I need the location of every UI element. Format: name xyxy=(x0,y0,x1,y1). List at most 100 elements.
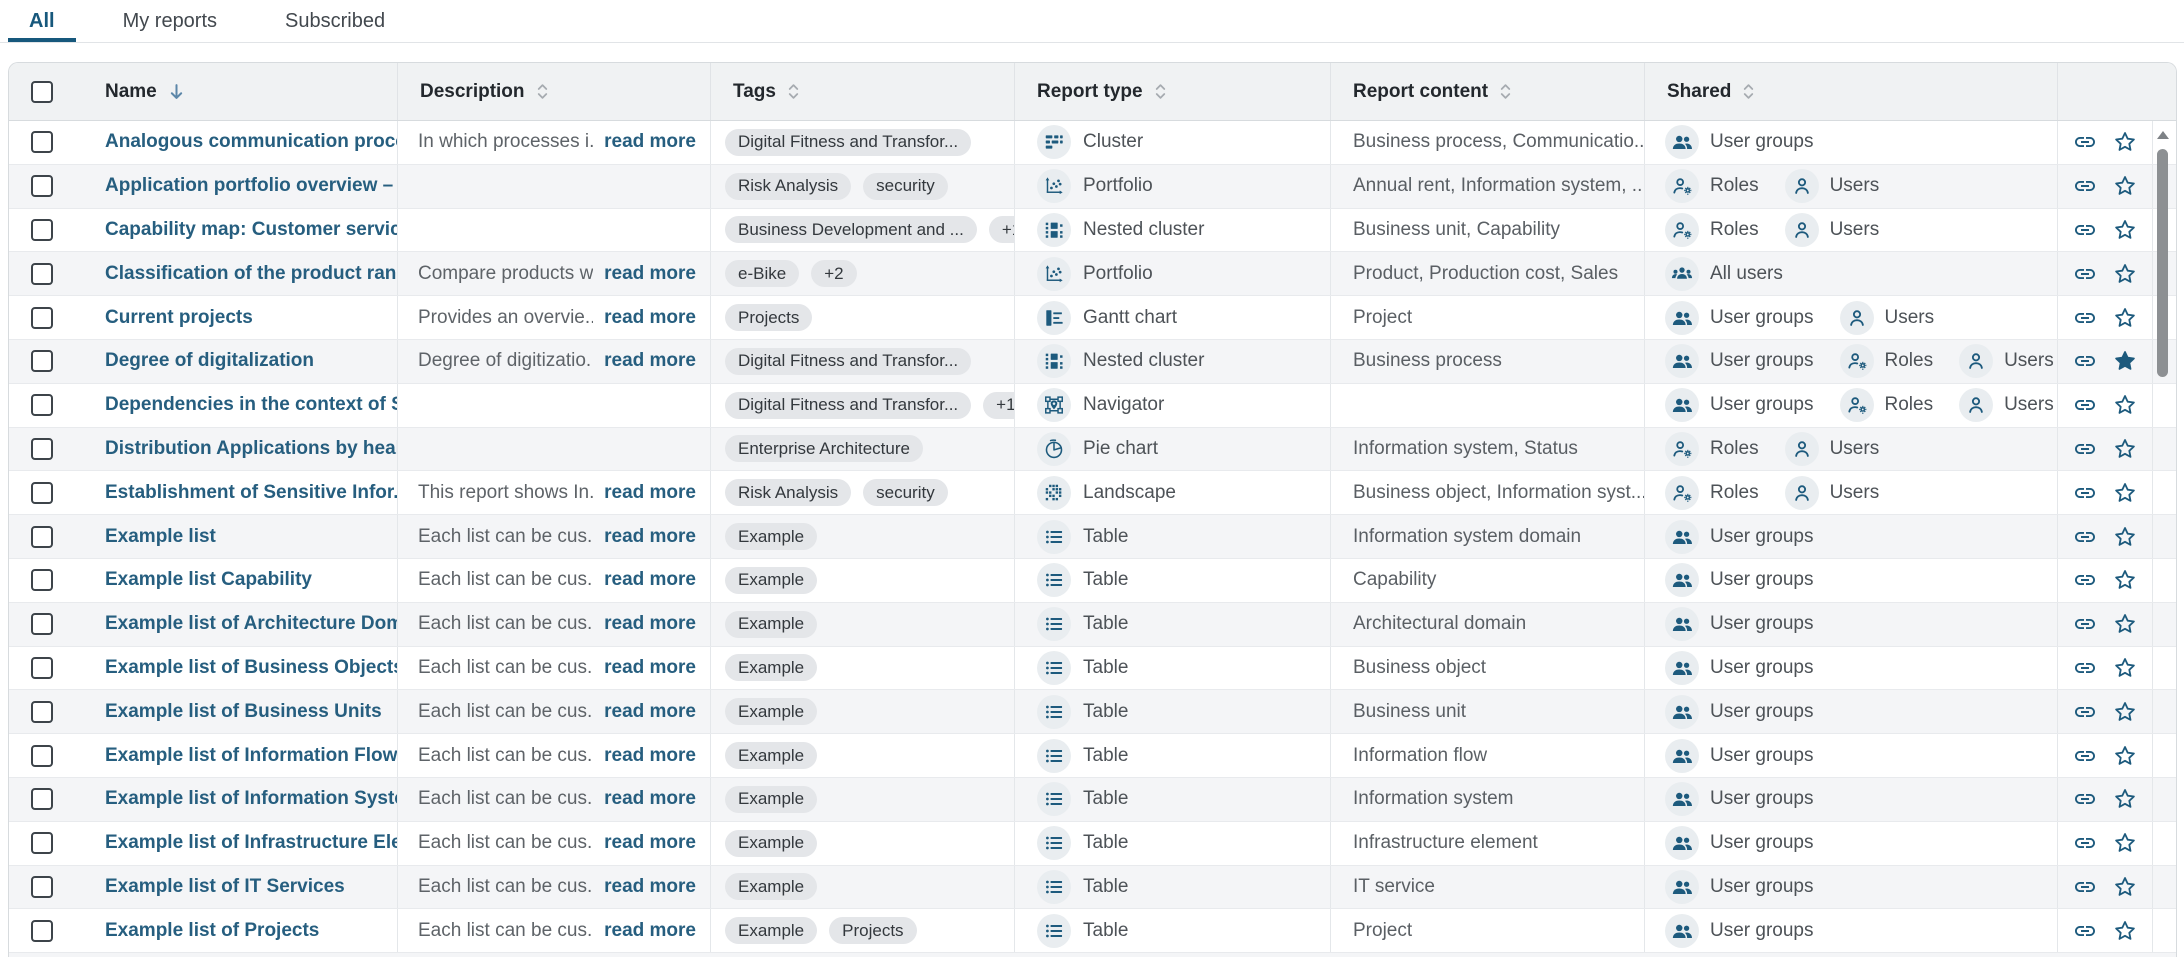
report-name-link[interactable]: Distribution Applications by heal... xyxy=(105,438,397,460)
tab-subscribed[interactable]: Subscribed xyxy=(264,0,406,42)
column-header-description[interactable]: Description xyxy=(398,63,711,120)
row-checkbox[interactable] xyxy=(31,263,53,285)
tag-pill[interactable]: Example xyxy=(725,830,817,857)
row-checkbox[interactable] xyxy=(31,350,53,372)
read-more-link[interactable]: read more xyxy=(604,920,696,942)
copy-link-icon[interactable] xyxy=(2072,261,2098,287)
tag-pill[interactable]: e-Bike xyxy=(725,260,799,287)
tab-all[interactable]: All xyxy=(8,0,76,42)
report-name-link[interactable]: Application portfolio overview – ... xyxy=(105,175,397,197)
sort-icon[interactable] xyxy=(536,82,549,101)
report-name-link[interactable]: Example list of IT Services xyxy=(105,876,345,898)
read-more-link[interactable]: read more xyxy=(604,657,696,679)
star-icon[interactable] xyxy=(2112,524,2138,550)
read-more-link[interactable]: read more xyxy=(604,876,696,898)
sort-icon[interactable] xyxy=(1742,82,1755,101)
tag-pill[interactable]: Example xyxy=(725,742,817,769)
report-name-link[interactable]: Example list Capability xyxy=(105,569,312,591)
star-icon[interactable] xyxy=(2112,874,2138,900)
copy-link-icon[interactable] xyxy=(2072,567,2098,593)
report-name-link[interactable]: Example list of Infrastructure Ele... xyxy=(105,832,397,854)
copy-link-icon[interactable] xyxy=(2072,348,2098,374)
star-icon[interactable] xyxy=(2112,786,2138,812)
copy-link-icon[interactable] xyxy=(2072,699,2098,725)
row-checkbox[interactable] xyxy=(31,657,53,679)
tag-pill[interactable]: security xyxy=(863,479,948,506)
tag-pill[interactable]: Projects xyxy=(725,304,812,331)
copy-link-icon[interactable] xyxy=(2072,786,2098,812)
scrollbar-thumb[interactable] xyxy=(2157,149,2168,377)
sort-icon[interactable] xyxy=(1154,82,1167,101)
star-icon[interactable] xyxy=(2112,655,2138,681)
sort-icon[interactable] xyxy=(1499,82,1512,101)
tag-pill[interactable]: Example xyxy=(725,523,817,550)
column-header-shared[interactable]: Shared xyxy=(1645,63,2058,120)
star-icon[interactable] xyxy=(2112,480,2138,506)
tag-pill[interactable]: Digital Fitness and Transfor... xyxy=(725,348,971,375)
row-checkbox[interactable] xyxy=(31,876,53,898)
report-name-link[interactable]: Degree of digitalization xyxy=(105,350,314,372)
copy-link-icon[interactable] xyxy=(2072,129,2098,155)
star-icon[interactable] xyxy=(2112,743,2138,769)
tag-pill[interactable]: Enterprise Architecture xyxy=(725,435,923,462)
tag-pill[interactable]: Example xyxy=(725,873,817,900)
column-header-report-type[interactable]: Report type xyxy=(1015,63,1331,120)
copy-link-icon[interactable] xyxy=(2072,918,2098,944)
read-more-link[interactable]: read more xyxy=(604,613,696,635)
star-icon[interactable] xyxy=(2112,830,2138,856)
report-name-link[interactable]: Classification of the product ran... xyxy=(105,263,397,285)
tag-pill[interactable]: +1 xyxy=(989,216,1015,243)
row-checkbox[interactable] xyxy=(31,832,53,854)
tag-pill[interactable]: Example xyxy=(725,654,817,681)
column-header-report-content[interactable]: Report content xyxy=(1331,63,1645,120)
read-more-link[interactable]: read more xyxy=(604,569,696,591)
row-checkbox[interactable] xyxy=(31,175,53,197)
report-name-link[interactable]: Example list of Business Units xyxy=(105,701,382,723)
report-name-link[interactable]: Example list of Information Flows xyxy=(105,745,397,767)
copy-link-icon[interactable] xyxy=(2072,830,2098,856)
row-checkbox[interactable] xyxy=(31,701,53,723)
tag-pill[interactable]: Risk Analysis xyxy=(725,479,851,506)
report-name-link[interactable]: Capability map: Customer servic... xyxy=(105,219,397,241)
tag-pill[interactable]: Example xyxy=(725,698,817,725)
read-more-link[interactable]: read more xyxy=(604,788,696,810)
read-more-link[interactable]: read more xyxy=(604,526,696,548)
tag-pill[interactable]: security xyxy=(863,173,948,200)
copy-link-icon[interactable] xyxy=(2072,655,2098,681)
row-checkbox[interactable] xyxy=(31,526,53,548)
row-checkbox[interactable] xyxy=(31,788,53,810)
tag-pill[interactable]: Example xyxy=(725,611,817,638)
report-name-link[interactable]: Dependencies in the context of S... xyxy=(105,394,397,416)
column-header-name[interactable]: Name xyxy=(9,63,398,120)
star-icon[interactable] xyxy=(2112,567,2138,593)
row-checkbox[interactable] xyxy=(31,307,53,329)
scroll-up-arrow-icon[interactable] xyxy=(2157,131,2169,139)
row-checkbox[interactable] xyxy=(31,394,53,416)
read-more-link[interactable]: read more xyxy=(604,350,696,372)
tag-pill[interactable]: Risk Analysis xyxy=(725,173,851,200)
copy-link-icon[interactable] xyxy=(2072,743,2098,769)
report-name-link[interactable]: Example list of Information Syste... xyxy=(105,788,397,810)
row-checkbox[interactable] xyxy=(31,219,53,241)
report-name-link[interactable]: Establishment of Sensitive Infor... xyxy=(105,482,397,504)
read-more-link[interactable]: read more xyxy=(604,307,696,329)
tag-pill[interactable]: Example xyxy=(725,786,817,813)
vertical-scrollbar[interactable] xyxy=(2156,121,2170,957)
row-checkbox[interactable] xyxy=(31,482,53,504)
read-more-link[interactable]: read more xyxy=(604,745,696,767)
tag-pill[interactable]: Projects xyxy=(829,917,916,944)
tag-pill[interactable]: +1 xyxy=(983,392,1015,419)
star-icon[interactable] xyxy=(2112,173,2138,199)
copy-link-icon[interactable] xyxy=(2072,611,2098,637)
row-checkbox[interactable] xyxy=(31,569,53,591)
report-name-link[interactable]: Example list xyxy=(105,526,216,548)
copy-link-icon[interactable] xyxy=(2072,436,2098,462)
report-name-link[interactable]: Current projects xyxy=(105,307,253,329)
copy-link-icon[interactable] xyxy=(2072,524,2098,550)
row-checkbox[interactable] xyxy=(31,438,53,460)
tag-pill[interactable]: Example xyxy=(725,917,817,944)
tag-pill[interactable]: Digital Fitness and Transfor... xyxy=(725,129,971,156)
star-icon[interactable] xyxy=(2112,217,2138,243)
tab-my-reports[interactable]: My reports xyxy=(102,0,238,42)
star-icon[interactable] xyxy=(2112,611,2138,637)
